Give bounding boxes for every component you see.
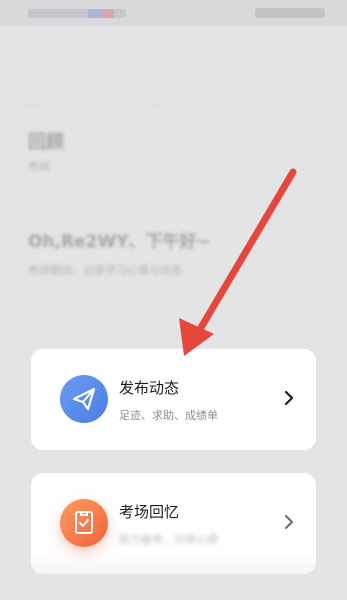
background-nav-hint-2: … [150, 95, 162, 109]
card-subtitle: 助力备考、分享心得 [119, 533, 218, 546]
status-bar-right-icons [255, 8, 325, 18]
background-nav-hint: … [25, 95, 37, 109]
bottom-fade [0, 555, 347, 600]
status-bar-left [28, 9, 126, 18]
status-bar [0, 0, 347, 26]
card-title: 考场回忆 [119, 503, 180, 521]
background-title: 回顾 [28, 132, 64, 153]
status-icon-red [102, 9, 114, 18]
card-title: 发布动态 [119, 379, 180, 397]
post-moment-card[interactable]: 发布动态 足迹、求助、成绩单 [31, 349, 316, 450]
chevron-right-icon [284, 390, 294, 406]
background-description: 考研期间，记录学习心得与动态 [28, 264, 182, 277]
card-subtitle: 足迹、求助、成绩单 [119, 409, 218, 422]
note-icon [60, 499, 108, 547]
status-icon-blue [88, 9, 102, 18]
background-subtitle: 考研 [28, 160, 50, 173]
chevron-right-icon [285, 515, 293, 529]
background-greeting: Oh,Re2WY、下午好~ [28, 232, 211, 252]
send-icon [60, 375, 108, 423]
